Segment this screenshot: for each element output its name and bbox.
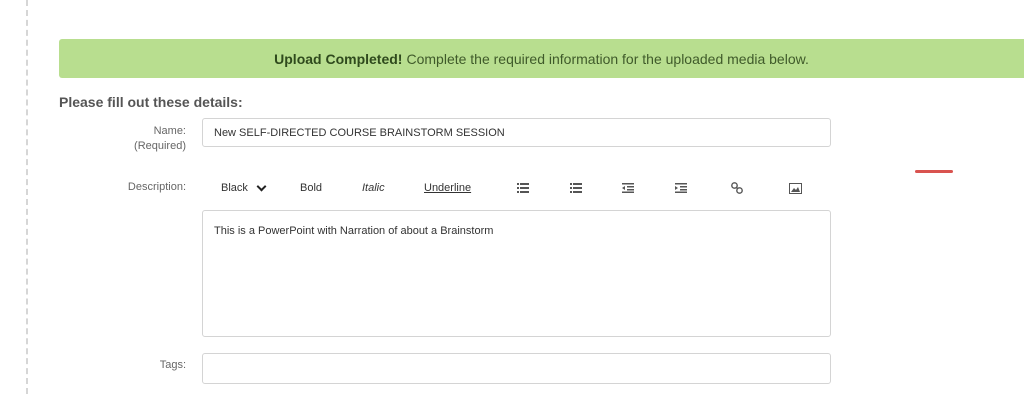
upload-success-banner: Upload Completed! Complete the required … — [59, 39, 1024, 78]
color-select[interactable]: Black — [221, 180, 267, 196]
italic-button[interactable]: Italic — [362, 180, 385, 196]
dashed-divider — [26, 0, 28, 394]
banner-message: Complete the required information for th… — [406, 50, 809, 67]
image-icon[interactable] — [789, 180, 802, 196]
name-required-label: (Required) — [134, 140, 186, 152]
upload-details-page: Upload Completed! Complete the required … — [0, 0, 1024, 394]
tags-input[interactable] — [202, 353, 831, 384]
color-select-value: Black — [221, 182, 248, 194]
underline-button[interactable]: Underline — [424, 180, 471, 196]
link-icon[interactable] — [731, 180, 743, 196]
chevron-down-icon — [256, 181, 267, 191]
section-title: Please fill out these details: — [59, 94, 243, 110]
name-input[interactable]: New SELF-DIRECTED COURSE BRAINSTORM SESS… — [202, 118, 831, 147]
numbered-list-icon[interactable] — [570, 180, 582, 196]
description-label: Description: — [127, 181, 186, 193]
outdent-icon[interactable] — [622, 180, 634, 196]
indent-icon[interactable] — [675, 180, 687, 196]
tags-label: Tags: — [159, 359, 186, 371]
name-label-group: Name: (Required) — [58, 124, 186, 154]
bold-button[interactable]: Bold — [300, 180, 322, 196]
bullet-list-icon[interactable] — [517, 180, 529, 196]
description-editor[interactable]: This is a PowerPoint with Narration of a… — [202, 210, 831, 337]
name-label: Name: — [153, 125, 186, 137]
banner-strong-text: Upload Completed! — [274, 50, 403, 67]
red-annotation-mark — [915, 170, 953, 173]
